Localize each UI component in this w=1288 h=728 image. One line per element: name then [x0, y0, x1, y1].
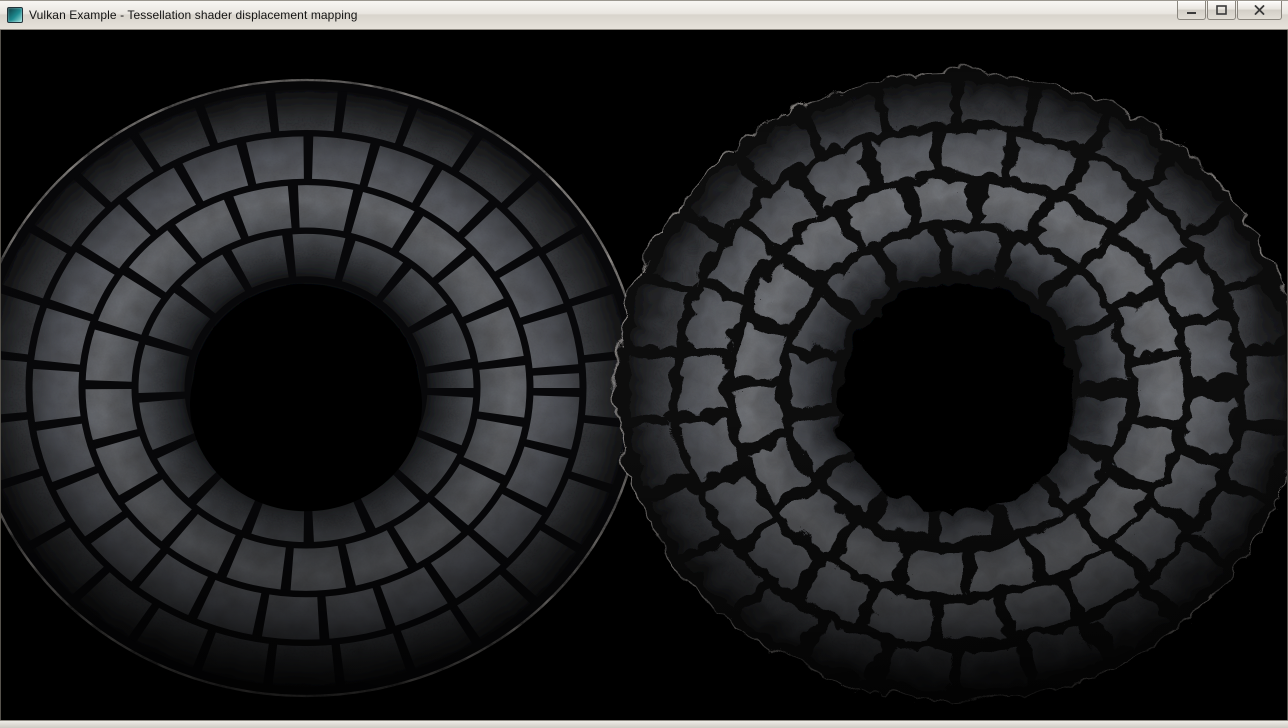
titlebar[interactable]: Vulkan Example - Tessellation shader dis… [0, 0, 1288, 30]
close-icon [1254, 5, 1265, 15]
window-controls [1177, 1, 1282, 20]
window-title: Vulkan Example - Tessellation shader dis… [29, 8, 358, 22]
maximize-button[interactable] [1207, 1, 1236, 20]
minimize-icon [1186, 6, 1197, 15]
app-window: Vulkan Example - Tessellation shader dis… [0, 0, 1288, 728]
vignette-overlay [1, 30, 1287, 720]
minimize-button[interactable] [1177, 1, 1206, 20]
window-frame-bottom [0, 720, 1288, 728]
app-icon [7, 7, 23, 23]
maximize-icon [1216, 5, 1227, 15]
render-canvas [1, 30, 1287, 720]
close-button[interactable] [1237, 1, 1282, 20]
render-viewport[interactable] [0, 30, 1288, 720]
